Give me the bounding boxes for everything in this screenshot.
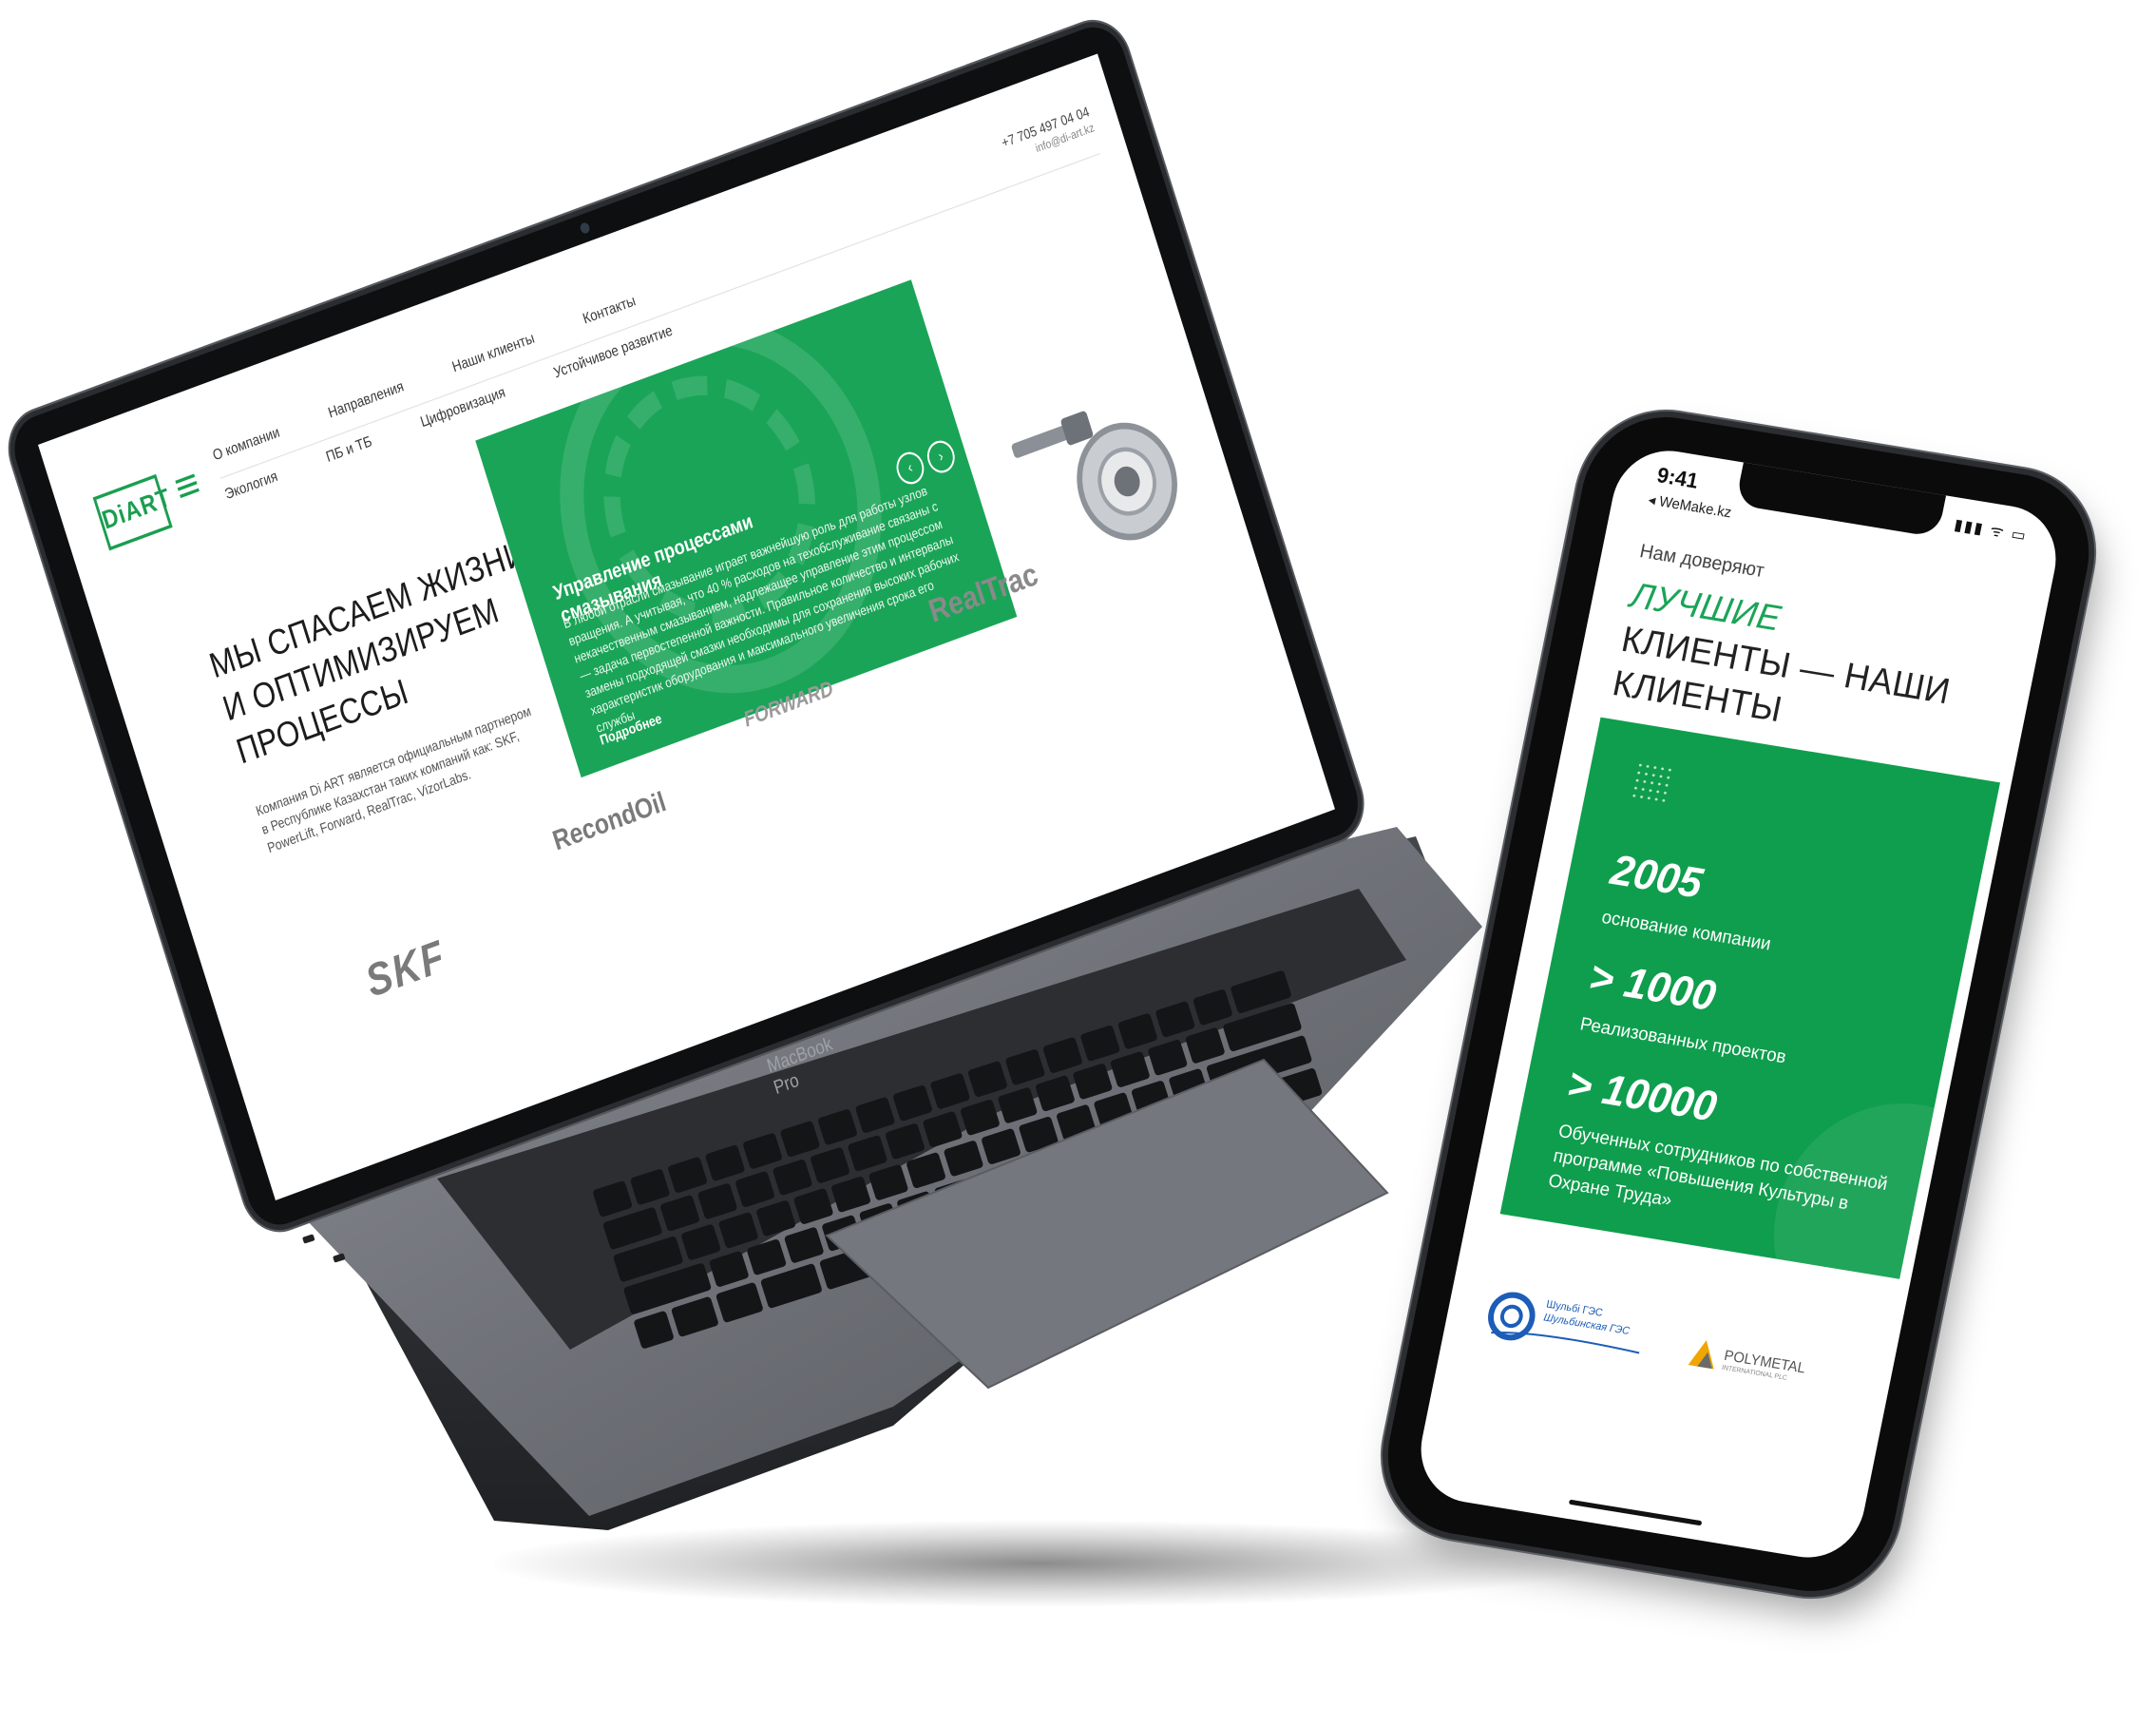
carousel-next-icon[interactable]: › [923, 436, 959, 477]
stats-card: 2005 основание компании > 1000 Реализова… [1499, 717, 2000, 1279]
nav-item-digital[interactable]: Цифровизация [418, 383, 507, 431]
brand-logo-recondoil: RecondOil [548, 784, 670, 857]
brand-logo-skf: SKF [359, 930, 452, 1007]
nav-item-ecology[interactable]: Экология [222, 467, 279, 502]
site-logo[interactable]: DiART [92, 473, 175, 551]
back-to-app-link[interactable]: ◂ WeMake.kz [1647, 490, 1733, 521]
lubricator-image [1011, 411, 1177, 541]
dots-pattern-icon [1630, 760, 1675, 805]
client-logos: Шульбі ГЭС Шульбинская ГЭС POLYMETAL INT… [1462, 1277, 1883, 1420]
nav-item-about[interactable]: О компании [210, 423, 281, 464]
status-icons: ▮▮▮ ᯤ ▭ [1953, 516, 2030, 546]
stat-value: > 10000 [1563, 1060, 1721, 1131]
stat-value: 2005 [1607, 846, 1707, 908]
laptop-shadow [494, 1521, 1587, 1606]
status-time: 9:41 [1654, 462, 1701, 493]
nav-item-clients[interactable]: Наши клиенты [449, 329, 536, 375]
nav-item-contacts[interactable]: Контакты [581, 292, 638, 327]
section-title-rest: КЛИЕНТЫ — НАШИ КЛИЕНТЫ [1609, 619, 1955, 730]
home-indicator [1568, 1499, 1703, 1526]
hamburger-menu-icon[interactable] [175, 473, 200, 499]
stat-value: > 1000 [1585, 952, 1720, 1021]
camera-icon [579, 221, 591, 235]
